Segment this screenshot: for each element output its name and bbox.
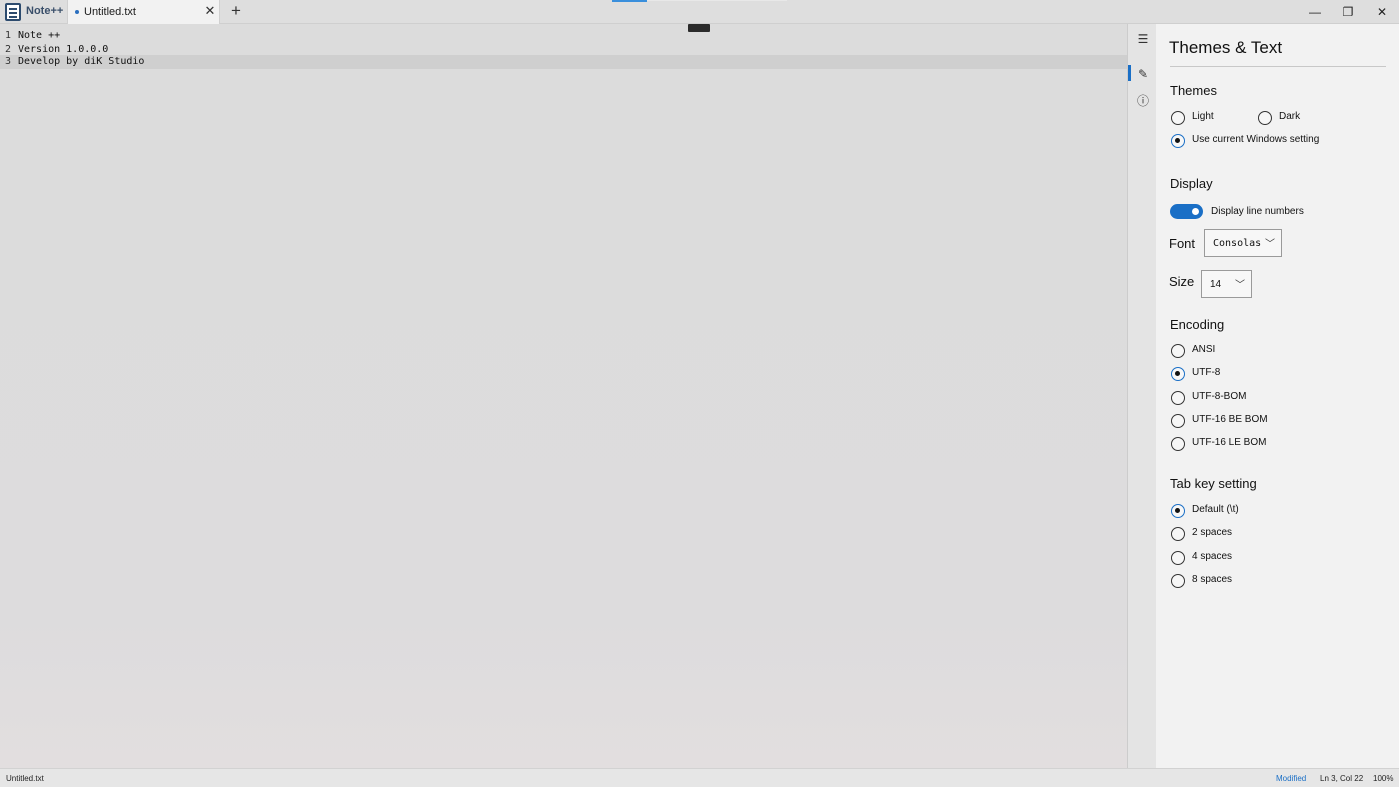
status-bar: Untitled.txt Modified Ln 3, Col 22 100%: [0, 768, 1399, 787]
hamburger-menu-icon[interactable]: ☰: [1136, 32, 1150, 46]
radio-circle: [1171, 344, 1185, 358]
line-number: 3: [5, 56, 12, 67]
radio-label: Use current Windows setting: [1192, 134, 1320, 145]
editor-line[interactable]: 1 Note ++: [0, 29, 1127, 43]
radio-circle: [1171, 111, 1185, 125]
notepad-icon: [5, 3, 21, 21]
radio-circle: [1171, 527, 1185, 541]
close-window-button[interactable]: ✕: [1365, 0, 1399, 24]
line-number: 1: [5, 30, 12, 41]
chevron-down-icon: ﹀: [1235, 280, 1245, 291]
panel-title: Themes & Text: [1169, 38, 1283, 57]
settings-nav-rail: ☰ ✎ ⓘ: [1127, 24, 1156, 768]
themes-text-icon[interactable]: ✎: [1136, 67, 1150, 81]
restore-button[interactable]: ❐: [1331, 0, 1365, 24]
status-modified: Modified: [1276, 774, 1307, 783]
display-heading: Display: [1170, 176, 1213, 191]
tab-key-heading: Tab key setting: [1170, 476, 1257, 491]
radio-label: ANSI: [1192, 344, 1216, 355]
radio-circle: [1258, 111, 1272, 125]
themes-heading: Themes: [1170, 83, 1217, 98]
radio-label: UTF-8-BOM: [1192, 391, 1247, 402]
status-zoom[interactable]: 100%: [1373, 774, 1393, 783]
line-numbers-label: Display line numbers: [1211, 206, 1304, 217]
title-bar: Note++ Untitled.txt ✕ + — ❐ ✕: [0, 0, 1399, 24]
minimize-button[interactable]: —: [1298, 0, 1332, 24]
app-name: Note++: [26, 5, 64, 17]
tab-label: Untitled.txt: [84, 6, 136, 18]
radio-label: Light: [1192, 111, 1214, 122]
radio-label: 4 spaces: [1192, 551, 1233, 562]
nav-selection-indicator: [1128, 65, 1131, 81]
radio-circle: [1171, 551, 1185, 565]
editor-area[interactable]: 1 Note ++ 2 Version 1.0.0.0 3 Develop by…: [0, 24, 1127, 768]
radio-label: 2 spaces: [1192, 527, 1233, 538]
radio-circle: [1171, 414, 1185, 428]
info-icon[interactable]: ⓘ: [1136, 94, 1150, 108]
app-window: Note++ Untitled.txt ✕ + — ❐ ✕ 1 Note ++ …: [0, 0, 1399, 787]
font-label: Font: [1169, 236, 1196, 251]
radio-circle: [1171, 391, 1185, 405]
line-text[interactable]: Develop by diK Studio: [18, 55, 144, 69]
modified-dot-icon: [75, 10, 79, 14]
drag-region: [647, 0, 787, 1]
tab-untitled[interactable]: Untitled.txt ✕: [67, 0, 220, 24]
radio-circle: [1171, 574, 1185, 588]
chevron-down-icon: ﹀: [1265, 239, 1275, 250]
encoding-heading: Encoding: [1170, 317, 1225, 332]
radio-label: Default (\t): [1192, 504, 1239, 515]
status-file-name: Untitled.txt: [6, 774, 44, 783]
size-value: 14: [1210, 279, 1222, 290]
radio-circle: [1171, 504, 1185, 518]
drag-region-accent: [612, 0, 647, 2]
font-value: Consolas: [1213, 238, 1262, 249]
radio-label: UTF-16 BE BOM: [1192, 414, 1268, 425]
radio-label: UTF-8: [1192, 367, 1221, 378]
line-text[interactable]: Note ++: [18, 29, 60, 43]
font-dropdown[interactable]: Consolas ﹀: [1204, 229, 1282, 257]
radio-label: Dark: [1279, 111, 1301, 122]
radio-label: 8 spaces: [1192, 574, 1233, 585]
close-tab-icon[interactable]: ✕: [202, 3, 218, 19]
divider: [1170, 66, 1386, 67]
editor-line-current[interactable]: 3 Develop by diK Studio: [0, 55, 1127, 69]
line-numbers-toggle[interactable]: [1170, 204, 1203, 219]
settings-panel: Themes & Text Themes Light Dark Use curr…: [1156, 24, 1399, 768]
radio-circle: [1171, 367, 1185, 381]
size-dropdown[interactable]: 14 ﹀: [1201, 270, 1252, 298]
radio-circle: [1171, 437, 1185, 451]
size-label: Size: [1169, 274, 1195, 289]
new-tab-button[interactable]: +: [228, 2, 244, 20]
radio-circle: [1171, 134, 1185, 148]
status-cursor-position: Ln 3, Col 22: [1320, 774, 1364, 783]
radio-label: UTF-16 LE BOM: [1192, 437, 1267, 448]
